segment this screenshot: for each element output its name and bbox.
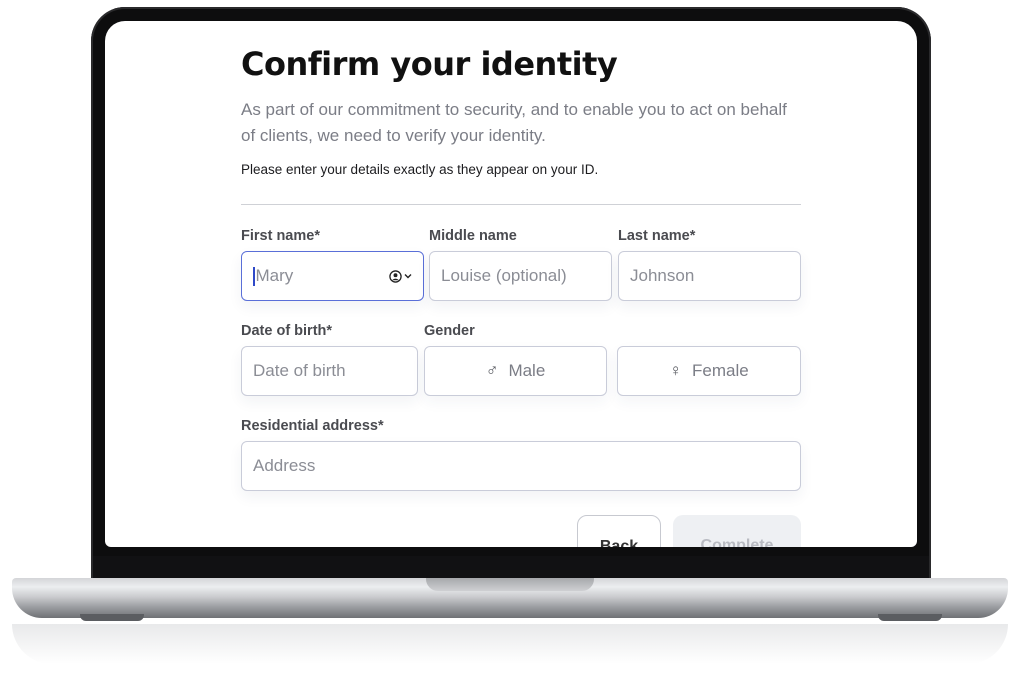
text-caret <box>253 266 255 286</box>
dob-label: Date of birth* <box>241 323 333 339</box>
laptop-reflection <box>12 624 1008 664</box>
first-name-placeholder: Mary <box>255 266 294 285</box>
laptop-foot-left <box>80 614 144 621</box>
address-input[interactable]: Address <box>241 441 801 491</box>
chevron-down-icon <box>404 274 412 279</box>
middle-name-label: Middle name <box>429 228 517 244</box>
contact-icon <box>389 269 402 283</box>
address-label: Residential address* <box>241 418 384 434</box>
back-button[interactable]: Back <box>577 515 661 547</box>
middle-name-input[interactable]: Louise (optional) <box>429 251 612 301</box>
gender-label: Gender <box>424 323 475 339</box>
page-subtitle: As part of our commitment to security, a… <box>241 100 787 145</box>
middle-name-placeholder: Louise (optional) <box>441 266 567 285</box>
laptop-bezel <box>93 556 929 580</box>
laptop-screen: Confirm your identity As part of our com… <box>105 21 917 547</box>
page-title: Confirm your identity <box>241 45 618 83</box>
laptop-notch <box>426 578 594 591</box>
laptop-foot-right <box>878 614 942 621</box>
autofill-contact-button[interactable] <box>389 269 412 283</box>
id-note: Please enter your details exactly as the… <box>241 162 599 177</box>
address-placeholder: Address <box>253 456 316 475</box>
dob-input[interactable]: Date of birth <box>241 346 418 396</box>
gender-male-label: Male <box>508 361 546 380</box>
male-icon: ♂ <box>485 361 499 380</box>
female-icon: ♀ <box>669 361 683 380</box>
dob-placeholder: Date of birth <box>253 361 346 380</box>
complete-button[interactable]: Complete <box>673 515 801 547</box>
first-name-input[interactable]: Mary <box>241 251 424 301</box>
last-name-label: Last name* <box>618 228 696 244</box>
gender-female-label: Female <box>692 361 749 380</box>
first-name-label: First name* <box>241 228 320 244</box>
divider <box>241 204 801 205</box>
gender-male-button[interactable]: ♂ Male <box>424 346 607 396</box>
last-name-placeholder: Johnson <box>630 266 695 285</box>
laptop-mockup: Confirm your identity As part of our com… <box>0 0 1024 676</box>
last-name-input[interactable]: Johnson <box>618 251 801 301</box>
gender-female-button[interactable]: ♀ Female <box>617 346 801 396</box>
